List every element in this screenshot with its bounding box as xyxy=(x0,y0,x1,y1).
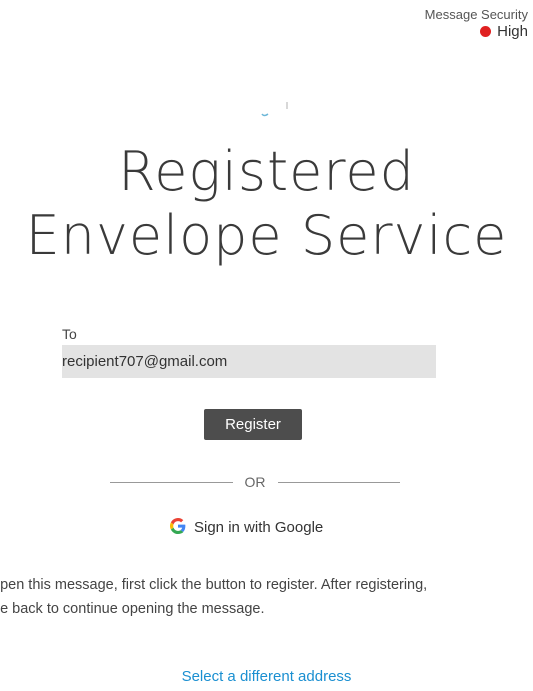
message-security-indicator: Message Security High xyxy=(425,6,528,40)
register-button[interactable]: Register xyxy=(204,409,302,440)
divider-line-left xyxy=(110,481,233,483)
google-icon xyxy=(170,518,186,537)
instructions-line-1: open this message, first click the butto… xyxy=(0,577,428,593)
recipient-email-field[interactable]: recipient707@gmail.com xyxy=(62,345,436,378)
title-line-2: Envelope Service xyxy=(25,204,508,267)
security-level: High xyxy=(425,23,528,40)
registered-envelope-page: Message Security High Registered Envelop… xyxy=(0,0,533,691)
instructions-text: open this message, first click the butto… xyxy=(0,573,533,621)
logo-mark-icon xyxy=(261,102,288,117)
security-level-text: High xyxy=(497,23,528,40)
to-label: To xyxy=(62,326,77,342)
security-label: Message Security xyxy=(424,7,528,22)
instructions-line-2: ne back to continue opening the message. xyxy=(0,601,265,617)
title-line-1: Registered xyxy=(118,140,415,203)
google-signin-label: Sign in with Google xyxy=(194,519,324,536)
page-title: Registered Envelope Service xyxy=(0,140,533,268)
or-label: OR xyxy=(244,474,266,490)
google-signin-button[interactable]: Sign in with Google xyxy=(170,518,323,537)
security-status-dot-icon xyxy=(480,26,492,37)
select-different-address-link[interactable]: Select a different address xyxy=(0,668,533,685)
or-divider: OR xyxy=(110,472,400,492)
divider-line-right xyxy=(277,481,400,483)
